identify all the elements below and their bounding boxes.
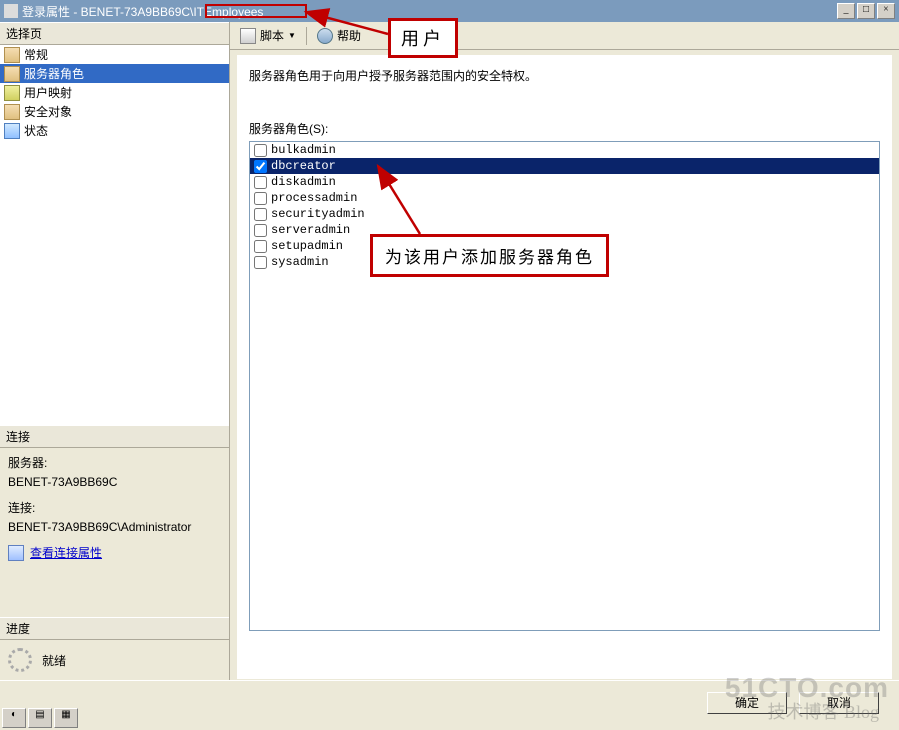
annotation-user-box: 用户 [388,18,458,58]
help-label: 帮助 [337,27,361,44]
page-icon [4,123,20,139]
role-name: processadmin [271,191,357,205]
role-checkbox[interactable] [254,176,267,189]
help-button[interactable]: 帮助 [313,25,365,46]
role-checkbox[interactable] [254,208,267,221]
annotation-add-role-box: 为该用户添加服务器角色 [370,234,609,277]
page-icon [4,47,20,63]
nav-label: 状态 [24,122,48,139]
server-roles-list[interactable]: bulkadmin dbcreator diskadmin processadm… [249,141,880,631]
role-checkbox[interactable] [254,240,267,253]
maximize-button[interactable]: □ [857,3,875,19]
toolbar-separator [306,27,307,45]
content-area: 服务器角色用于向用户授予服务器范围内的安全特权。 服务器角色(S): bulka… [236,54,893,680]
role-item-bulkadmin[interactable]: bulkadmin [250,142,879,158]
taskbar-icon-2[interactable]: ▤ [28,708,52,728]
page-icon [4,104,20,120]
chevron-down-icon: ▼ [288,31,296,40]
page-icon [4,66,20,82]
nav-item-status[interactable]: 状态 [0,121,229,140]
taskbar: ◐ ▤ ▦ [0,706,80,730]
role-checkbox[interactable] [254,256,267,269]
server-value: BENET-73A9BB69C [8,475,221,489]
spinner-icon [8,648,32,672]
taskbar-icon-1[interactable]: ◐ [2,708,26,728]
role-item-securityadmin[interactable]: securityadmin [250,206,879,222]
description-text: 服务器角色用于向用户授予服务器范围内的安全特权。 [249,67,880,84]
role-name: bulkadmin [271,143,336,157]
progress-header: 进度 [0,617,229,640]
help-icon [317,28,333,44]
connection-label: 连接: [8,499,221,516]
nav-item-general[interactable]: 常规 [0,45,229,64]
nav-label: 服务器角色 [24,65,84,82]
select-page-header: 选择页 [0,22,229,45]
progress-status: 就绪 [42,652,66,669]
nav-item-server-roles[interactable]: 服务器角色 [0,64,229,83]
connection-panel: 服务器: BENET-73A9BB69C 连接: BENET-73A9BB69C… [0,448,229,567]
ok-button[interactable]: 确定 [707,692,787,714]
progress-panel: 就绪 [0,640,229,680]
role-item-processadmin[interactable]: processadmin [250,190,879,206]
role-name: sysadmin [271,255,329,269]
script-label: 脚本 [260,27,284,44]
toolbar: 脚本 ▼ 帮助 [230,22,899,50]
left-panel: 选择页 常规 服务器角色 用户映射 安全对象 状态 连接 [0,22,230,680]
nav-list: 常规 服务器角色 用户映射 安全对象 状态 [0,45,229,425]
nav-label: 安全对象 [24,103,72,120]
minimize-button[interactable]: _ [837,3,855,19]
page-icon [4,85,20,101]
connection-value: BENET-73A9BB69C\Administrator [8,520,221,534]
roles-list-label: 服务器角色(S): [249,120,880,137]
app-icon [4,4,18,18]
nav-item-securables[interactable]: 安全对象 [0,102,229,121]
server-label: 服务器: [8,454,221,471]
window-title: 登录属性 - BENET-73A9BB69C\ITEmployees [22,3,837,20]
connection-header: 连接 [0,425,229,448]
role-checkbox[interactable] [254,160,267,173]
role-name: securityadmin [271,207,365,221]
role-checkbox[interactable] [254,144,267,157]
close-button[interactable]: × [877,3,895,19]
taskbar-icon-3[interactable]: ▦ [54,708,78,728]
nav-item-user-mapping[interactable]: 用户映射 [0,83,229,102]
nav-label: 用户映射 [24,84,72,101]
role-name: setupadmin [271,239,343,253]
cancel-button[interactable]: 取消 [799,692,879,714]
nav-label: 常规 [24,46,48,63]
role-item-dbcreator[interactable]: dbcreator [250,158,879,174]
properties-icon [8,545,24,561]
role-checkbox[interactable] [254,224,267,237]
role-name: serveradmin [271,223,350,237]
script-button[interactable]: 脚本 ▼ [236,25,300,46]
script-icon [240,28,256,44]
dialog-button-bar: 确定 取消 [0,680,899,724]
view-connection-properties-link[interactable]: 查看连接属性 [30,544,102,561]
right-panel: 脚本 ▼ 帮助 服务器角色用于向用户授予服务器范围内的安全特权。 服务器角色(S… [230,22,899,680]
role-item-diskadmin[interactable]: diskadmin [250,174,879,190]
role-checkbox[interactable] [254,192,267,205]
role-name: diskadmin [271,175,336,189]
role-name: dbcreator [271,159,336,173]
